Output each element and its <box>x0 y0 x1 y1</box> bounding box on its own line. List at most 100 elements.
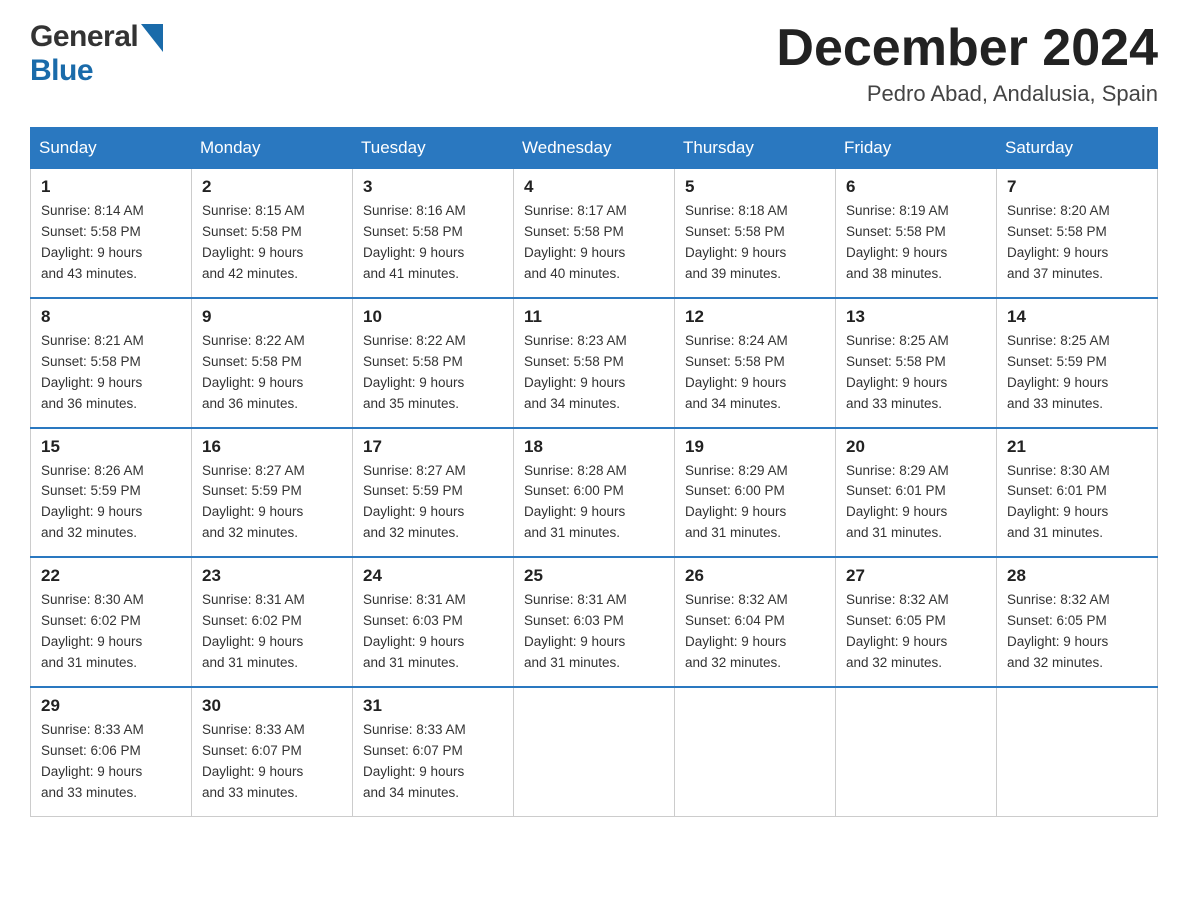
calendar-cell: 12 Sunrise: 8:24 AMSunset: 5:58 PMDayligh… <box>675 298 836 428</box>
day-number: 25 <box>524 566 664 586</box>
day-info: Sunrise: 8:31 AMSunset: 6:03 PMDaylight:… <box>524 590 664 674</box>
location-subtitle: Pedro Abad, Andalusia, Spain <box>776 81 1158 107</box>
calendar-table: SundayMondayTuesdayWednesdayThursdayFrid… <box>30 127 1158 816</box>
day-info: Sunrise: 8:30 AMSunset: 6:01 PMDaylight:… <box>1007 461 1147 545</box>
calendar-cell: 17 Sunrise: 8:27 AMSunset: 5:59 PMDayligh… <box>353 428 514 558</box>
day-number: 2 <box>202 177 342 197</box>
day-number: 28 <box>1007 566 1147 586</box>
calendar-cell: 30Sunrise: 8:33 AMSunset: 6:07 PMDayligh… <box>192 687 353 816</box>
day-number: 15 <box>41 437 181 457</box>
calendar-cell: 1 Sunrise: 8:14 AMSunset: 5:58 PMDaylight… <box>31 169 192 298</box>
weekday-header-sunday: Sunday <box>31 128 192 169</box>
day-number: 17 <box>363 437 503 457</box>
day-number: 31 <box>363 696 503 716</box>
calendar-cell: 10Sunrise: 8:22 AMSunset: 5:58 PMDayligh… <box>353 298 514 428</box>
calendar-cell: 27 Sunrise: 8:32 AMSunset: 6:05 PMDayligh… <box>836 557 997 687</box>
calendar-week-row: 8Sunrise: 8:21 AMSunset: 5:58 PMDaylight… <box>31 298 1158 428</box>
calendar-cell: 11Sunrise: 8:23 AMSunset: 5:58 PMDayligh… <box>514 298 675 428</box>
calendar-week-row: 1 Sunrise: 8:14 AMSunset: 5:58 PMDaylight… <box>31 169 1158 298</box>
day-info: Sunrise: 8:27 AMSunset: 5:59 PMDaylight:… <box>202 461 342 545</box>
calendar-cell: 18Sunrise: 8:28 AMSunset: 6:00 PMDayligh… <box>514 428 675 558</box>
title-area: December 2024 Pedro Abad, Andalusia, Spa… <box>776 20 1158 107</box>
day-info: Sunrise: 8:16 AMSunset: 5:58 PMDaylight:… <box>363 201 503 285</box>
day-number: 12 <box>685 307 825 327</box>
day-number: 29 <box>41 696 181 716</box>
day-info: Sunrise: 8:22 AMSunset: 5:58 PMDaylight:… <box>363 331 503 415</box>
day-number: 3 <box>363 177 503 197</box>
calendar-cell: 16 Sunrise: 8:27 AMSunset: 5:59 PMDayligh… <box>192 428 353 558</box>
calendar-cell: 15 Sunrise: 8:26 AMSunset: 5:59 PMDayligh… <box>31 428 192 558</box>
calendar-cell: 13 Sunrise: 8:25 AMSunset: 5:58 PMDayligh… <box>836 298 997 428</box>
day-number: 24 <box>363 566 503 586</box>
weekday-header-wednesday: Wednesday <box>514 128 675 169</box>
calendar-cell: 24 Sunrise: 8:31 AMSunset: 6:03 PMDayligh… <box>353 557 514 687</box>
day-number: 7 <box>1007 177 1147 197</box>
day-number: 19 <box>685 437 825 457</box>
weekday-header-monday: Monday <box>192 128 353 169</box>
day-number: 13 <box>846 307 986 327</box>
day-info: Sunrise: 8:30 AMSunset: 6:02 PMDaylight:… <box>41 590 181 674</box>
day-number: 14 <box>1007 307 1147 327</box>
day-number: 27 <box>846 566 986 586</box>
calendar-cell: 3 Sunrise: 8:16 AMSunset: 5:58 PMDaylight… <box>353 169 514 298</box>
day-info: Sunrise: 8:15 AMSunset: 5:58 PMDaylight:… <box>202 201 342 285</box>
month-title: December 2024 <box>776 20 1158 77</box>
logo-general-text: General <box>30 20 138 54</box>
day-info: Sunrise: 8:25 AMSunset: 5:59 PMDaylight:… <box>1007 331 1147 415</box>
day-info: Sunrise: 8:20 AMSunset: 5:58 PMDaylight:… <box>1007 201 1147 285</box>
day-info: Sunrise: 8:22 AMSunset: 5:58 PMDaylight:… <box>202 331 342 415</box>
day-info: Sunrise: 8:33 AMSunset: 6:06 PMDaylight:… <box>41 720 181 804</box>
day-info: Sunrise: 8:23 AMSunset: 5:58 PMDaylight:… <box>524 331 664 415</box>
calendar-cell <box>997 687 1158 816</box>
day-number: 9 <box>202 307 342 327</box>
day-number: 26 <box>685 566 825 586</box>
calendar-cell: 29 Sunrise: 8:33 AMSunset: 6:06 PMDayligh… <box>31 687 192 816</box>
day-info: Sunrise: 8:29 AMSunset: 6:01 PMDaylight:… <box>846 461 986 545</box>
weekday-header-saturday: Saturday <box>997 128 1158 169</box>
day-number: 22 <box>41 566 181 586</box>
calendar-cell: 25 Sunrise: 8:31 AMSunset: 6:03 PMDayligh… <box>514 557 675 687</box>
calendar-cell <box>836 687 997 816</box>
day-number: 5 <box>685 177 825 197</box>
day-number: 23 <box>202 566 342 586</box>
calendar-cell: 23 Sunrise: 8:31 AMSunset: 6:02 PMDayligh… <box>192 557 353 687</box>
calendar-cell: 26 Sunrise: 8:32 AMSunset: 6:04 PMDayligh… <box>675 557 836 687</box>
day-info: Sunrise: 8:31 AMSunset: 6:03 PMDaylight:… <box>363 590 503 674</box>
day-info: Sunrise: 8:14 AMSunset: 5:58 PMDaylight:… <box>41 201 181 285</box>
calendar-cell: 21Sunrise: 8:30 AMSunset: 6:01 PMDayligh… <box>997 428 1158 558</box>
day-info: Sunrise: 8:26 AMSunset: 5:59 PMDaylight:… <box>41 461 181 545</box>
day-info: Sunrise: 8:33 AMSunset: 6:07 PMDaylight:… <box>202 720 342 804</box>
calendar-cell: 7 Sunrise: 8:20 AMSunset: 5:58 PMDaylight… <box>997 169 1158 298</box>
day-number: 16 <box>202 437 342 457</box>
page-header: General Blue December 2024 Pedro Abad, A… <box>30 20 1158 107</box>
day-info: Sunrise: 8:18 AMSunset: 5:58 PMDaylight:… <box>685 201 825 285</box>
day-number: 6 <box>846 177 986 197</box>
logo-triangle-icon <box>141 24 163 52</box>
weekday-header-tuesday: Tuesday <box>353 128 514 169</box>
day-info: Sunrise: 8:27 AMSunset: 5:59 PMDaylight:… <box>363 461 503 545</box>
logo: General Blue <box>30 20 163 88</box>
calendar-cell: 2 Sunrise: 8:15 AMSunset: 5:58 PMDaylight… <box>192 169 353 298</box>
day-info: Sunrise: 8:31 AMSunset: 6:02 PMDaylight:… <box>202 590 342 674</box>
day-info: Sunrise: 8:33 AMSunset: 6:07 PMDaylight:… <box>363 720 503 804</box>
calendar-week-row: 15 Sunrise: 8:26 AMSunset: 5:59 PMDayligh… <box>31 428 1158 558</box>
day-info: Sunrise: 8:29 AMSunset: 6:00 PMDaylight:… <box>685 461 825 545</box>
day-info: Sunrise: 8:32 AMSunset: 6:05 PMDaylight:… <box>846 590 986 674</box>
day-info: Sunrise: 8:17 AMSunset: 5:58 PMDaylight:… <box>524 201 664 285</box>
calendar-cell: 6Sunrise: 8:19 AMSunset: 5:58 PMDaylight… <box>836 169 997 298</box>
weekday-header-friday: Friday <box>836 128 997 169</box>
calendar-cell: 9 Sunrise: 8:22 AMSunset: 5:58 PMDaylight… <box>192 298 353 428</box>
day-info: Sunrise: 8:32 AMSunset: 6:04 PMDaylight:… <box>685 590 825 674</box>
calendar-week-row: 29 Sunrise: 8:33 AMSunset: 6:06 PMDayligh… <box>31 687 1158 816</box>
day-info: Sunrise: 8:24 AMSunset: 5:58 PMDaylight:… <box>685 331 825 415</box>
weekday-header-row: SundayMondayTuesdayWednesdayThursdayFrid… <box>31 128 1158 169</box>
calendar-cell: 5 Sunrise: 8:18 AMSunset: 5:58 PMDaylight… <box>675 169 836 298</box>
calendar-cell: 19 Sunrise: 8:29 AMSunset: 6:00 PMDayligh… <box>675 428 836 558</box>
day-info: Sunrise: 8:25 AMSunset: 5:58 PMDaylight:… <box>846 331 986 415</box>
day-number: 4 <box>524 177 664 197</box>
day-number: 20 <box>846 437 986 457</box>
day-number: 1 <box>41 177 181 197</box>
day-number: 8 <box>41 307 181 327</box>
calendar-cell: 8Sunrise: 8:21 AMSunset: 5:58 PMDaylight… <box>31 298 192 428</box>
day-info: Sunrise: 8:32 AMSunset: 6:05 PMDaylight:… <box>1007 590 1147 674</box>
